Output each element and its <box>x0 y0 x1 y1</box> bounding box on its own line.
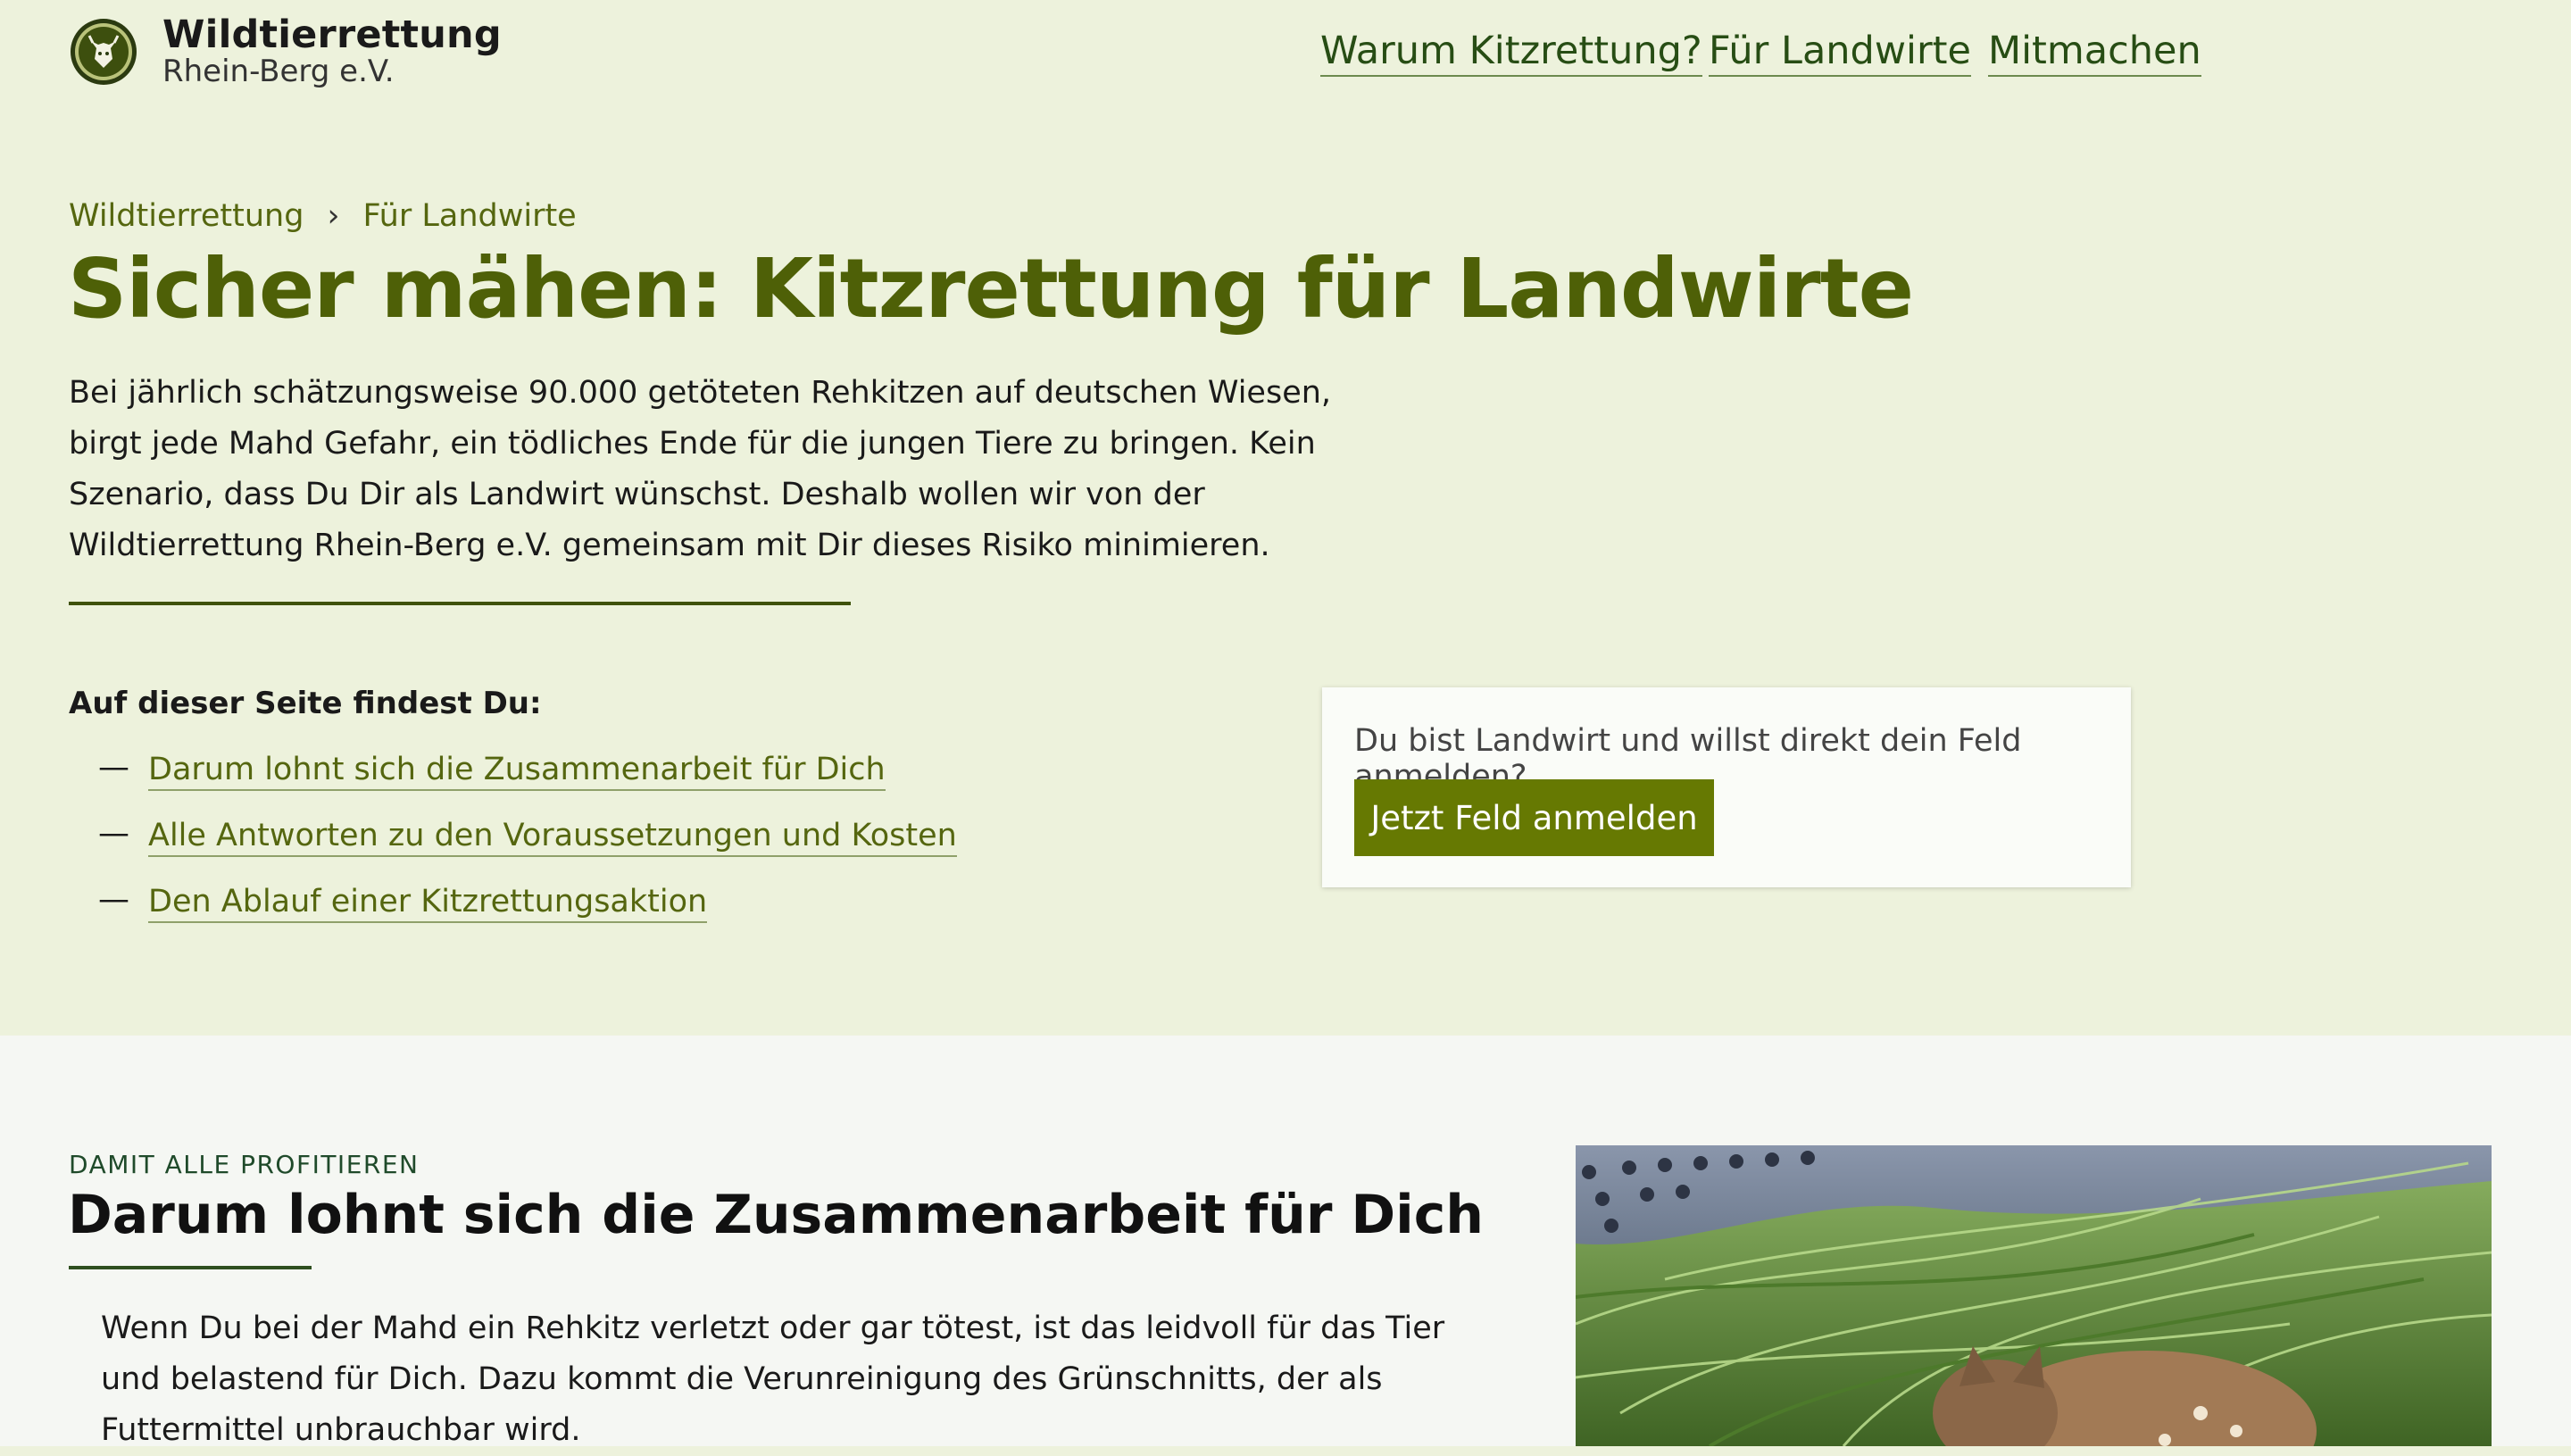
section-divider <box>69 1266 312 1269</box>
dash-bullet: — <box>98 882 129 918</box>
toc-link-voraussetzungen[interactable]: Alle Antworten zu den Voraussetzungen un… <box>148 816 957 857</box>
breadcrumb-home-link[interactable]: Wildtierrettung <box>69 198 304 234</box>
toc-heading: Auf dieser Seite findest Du: <box>69 686 542 721</box>
toc-item: — Darum lohnt sich die Zusammenarbeit fü… <box>98 750 957 816</box>
nav-warum-kitzrettung[interactable]: Warum Kitzrettung? <box>1320 29 1702 77</box>
photo-illustration <box>1576 1145 2492 1446</box>
nav-fuer-landwirte[interactable]: Für Landwirte <box>1709 29 1971 77</box>
divider <box>69 602 851 605</box>
section-eyebrow: DAMIT ALLE PROFITIEREN <box>69 1150 420 1179</box>
section-heading: Darum lohnt sich die Zusammenarbeit für … <box>68 1184 1485 1246</box>
cta-card: Du bist Landwirt und willst direkt dein … <box>1322 687 2131 887</box>
site-header: Wildtierrettung Rhein-Berg e.V. Warum Ki… <box>0 0 2571 107</box>
toc-list: — Darum lohnt sich die Zusammenarbeit fü… <box>98 750 957 948</box>
intro-text: Bei jährlich schätzungsweise 90.000 getö… <box>69 375 1332 563</box>
toc-item: — Den Ablauf einer Kitzrettungsaktion <box>98 882 957 948</box>
deer-head-logo-icon[interactable] <box>70 18 137 86</box>
page-title: Sicher mähen: Kitzrettung für Landwirte <box>68 241 1914 337</box>
breadcrumb-separator-icon: › <box>327 198 340 234</box>
breadcrumb: Wildtierrettung › Für Landwirte <box>69 198 577 234</box>
section-body: Wenn Du bei der Mahd ein Rehkitz verletz… <box>101 1310 1445 1448</box>
benefits-section: DAMIT ALLE PROFITIEREN Darum lohnt sich … <box>0 1036 2571 1448</box>
fawn-in-grass-image <box>1576 1145 2492 1446</box>
brand-title[interactable]: Wildtierrettung <box>162 12 502 57</box>
dash-bullet: — <box>98 816 129 852</box>
toc-item: — Alle Antworten zu den Voraussetzungen … <box>98 816 957 882</box>
nav-mitmachen[interactable]: Mitmachen <box>1988 29 2201 77</box>
register-field-button[interactable]: Jetzt Feld anmelden <box>1354 779 1714 856</box>
dash-bullet: — <box>98 750 129 786</box>
brand-subtitle[interactable]: Rhein-Berg e.V. <box>162 54 395 89</box>
toc-link-ablauf[interactable]: Den Ablauf einer Kitzrettungsaktion <box>148 882 708 923</box>
toc-link-zusammenarbeit[interactable]: Darum lohnt sich die Zusammenarbeit für … <box>148 750 886 791</box>
breadcrumb-current[interactable]: Für Landwirte <box>362 198 576 234</box>
